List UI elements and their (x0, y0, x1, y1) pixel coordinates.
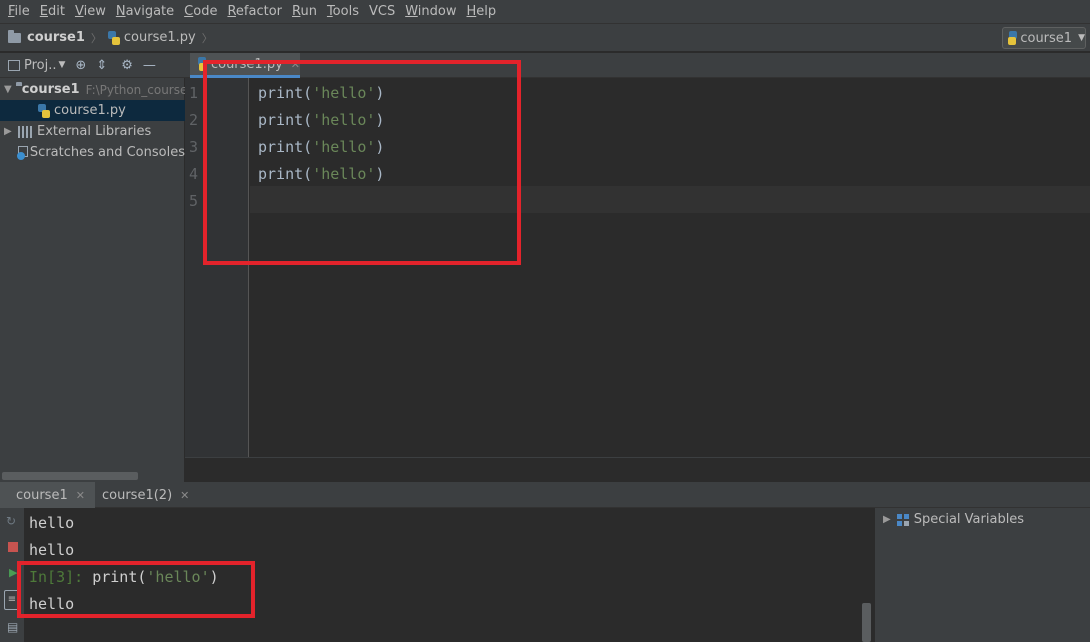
locate-icon[interactable]: ⊕ (75, 58, 86, 73)
tab-console-course1-2[interactable]: course1(2) ✕ (86, 482, 199, 508)
project-view-icon (8, 59, 20, 71)
scratches-icon (16, 145, 28, 160)
gear-icon[interactable]: ⚙ (121, 58, 133, 73)
menu-tools[interactable]: Tools (323, 4, 363, 19)
line-number: 2 (189, 111, 199, 129)
tree-item-label: Scratches and Consoles (29, 145, 185, 160)
expanded-arrow-icon[interactable]: ▼ (4, 84, 12, 95)
annotation-box-console (17, 561, 255, 618)
line-number: 1 (189, 84, 199, 102)
breadcrumb-separator: 〉 (201, 31, 213, 45)
breadcrumb-separator: 〉 (90, 31, 102, 45)
python-file-icon (38, 103, 50, 118)
line-number: 4 (189, 165, 199, 183)
rerun-icon[interactable]: ↻ (6, 514, 16, 528)
menu-window[interactable]: Window (401, 4, 460, 19)
menu-help[interactable]: Help (462, 4, 500, 19)
breadcrumb-project[interactable]: course1 (8, 29, 85, 45)
menu-refactor[interactable]: Refactor (223, 4, 286, 19)
tree-item-external-libraries[interactable]: ▶ External Libraries (0, 121, 185, 142)
annotation-box-code (203, 60, 521, 265)
menu-edit[interactable]: Edit (36, 4, 69, 19)
console-output-line: hello (29, 514, 75, 532)
collapsed-arrow-icon[interactable]: ▶ (4, 126, 14, 137)
close-icon[interactable]: ✕ (180, 489, 189, 502)
tab-console-course1[interactable]: course1 ✕ (0, 482, 95, 508)
editor-status-strip (185, 457, 1090, 482)
tab-label: course1 (16, 487, 68, 503)
project-panel-header: Proj.. ▼ ⊕ ⇕ ⚙ — (0, 53, 185, 78)
horizontal-scrollbar[interactable] (2, 472, 138, 480)
tab-label: course1(2) (102, 487, 173, 503)
menu-run[interactable]: Run (288, 4, 321, 19)
print-icon[interactable]: ▤ (7, 620, 18, 634)
menu-vcs[interactable]: VCS (365, 4, 399, 19)
special-variables-label: Special Variables (913, 512, 1025, 527)
line-number: 3 (189, 138, 199, 156)
chevron-down-icon[interactable]: ▼ (59, 60, 66, 70)
console-output-line: hello (29, 541, 75, 559)
console-tab-bar: course1 ✕ course1(2) ✕ (0, 482, 1090, 508)
tree-item-scratches[interactable]: Scratches and Consoles (0, 142, 185, 163)
library-icon (18, 125, 32, 138)
folder-icon (8, 29, 21, 43)
menu-file[interactable]: File (4, 4, 34, 19)
chevron-down-icon: ▼ (1078, 33, 1085, 43)
tree-item-label: course1.py (54, 103, 126, 118)
project-tree: ▼ course1 F:\Python_course course1.py ▶ … (0, 78, 185, 482)
close-icon[interactable]: ✕ (76, 489, 85, 502)
menu-navigate[interactable]: Navigate (112, 4, 178, 19)
project-view-select[interactable]: Proj.. (24, 58, 57, 73)
menu-view[interactable]: View (71, 4, 110, 19)
vertical-scrollbar[interactable] (862, 603, 871, 642)
tree-item-label: External Libraries (37, 124, 152, 139)
tree-item-course1[interactable]: ▼ course1 F:\Python_course (0, 79, 185, 100)
python-file-icon (107, 30, 120, 45)
stop-icon[interactable] (8, 542, 18, 552)
collapsed-arrow-icon[interactable]: ▶ (883, 514, 891, 525)
collapse-all-icon[interactable]: ⇕ (96, 58, 107, 73)
line-number: 5 (189, 192, 199, 210)
breadcrumb-file[interactable]: course1.py (107, 30, 196, 45)
menu-bar: File Edit View Navigate Code Refactor Ru… (0, 0, 1090, 24)
python-icon (1008, 31, 1017, 45)
variables-panel: ▶ Special Variables (874, 508, 1090, 642)
hide-icon[interactable]: — (143, 58, 156, 73)
tree-item-course1-py[interactable]: course1.py (0, 100, 185, 121)
tree-item-label: course1 (21, 82, 80, 97)
run-configuration-select[interactable]: course1 ▼ (1002, 27, 1086, 49)
variables-icon (896, 513, 909, 526)
tree-item-path: F:\Python_course (85, 82, 185, 97)
special-variables-node[interactable]: ▶ Special Variables (883, 512, 1024, 527)
menu-code[interactable]: Code (180, 4, 221, 19)
navigation-bar: course1 〉 course1.py 〉 course1 ▼ (0, 24, 1090, 52)
